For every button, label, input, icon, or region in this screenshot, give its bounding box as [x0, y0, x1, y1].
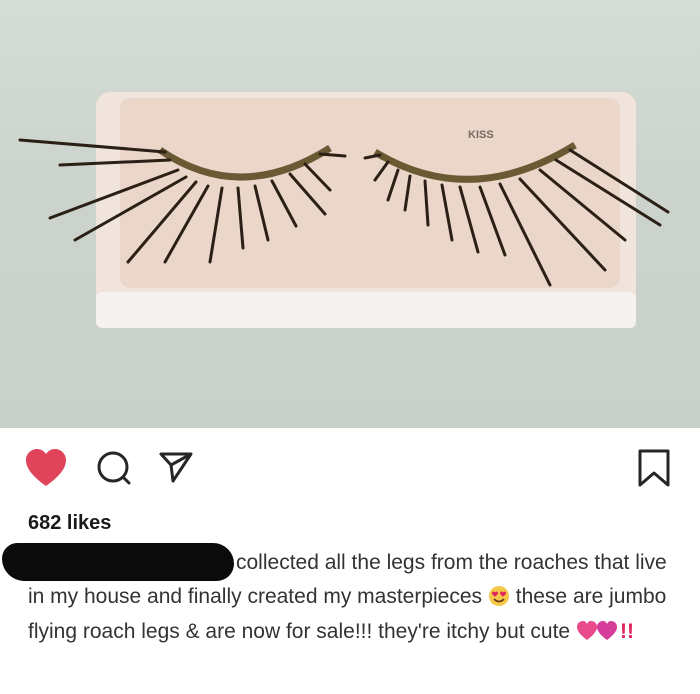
- two-hearts-icon: [576, 620, 620, 651]
- send-icon[interactable]: [158, 450, 194, 489]
- tray-edge: [96, 292, 636, 328]
- bookmark-icon[interactable]: [636, 448, 672, 493]
- redacted-username: [2, 543, 234, 581]
- post-caption: collected all the legs from the roaches …: [2, 543, 688, 651]
- smiling-face-with-heart-eyes-icon: [488, 585, 510, 616]
- instagram-post: KISS 682 likes collected all the legs fr…: [0, 0, 700, 694]
- comment-icon[interactable]: [96, 450, 132, 491]
- post-photo[interactable]: KISS: [0, 0, 700, 428]
- double-exclamation: !!: [619, 620, 634, 643]
- false-eyelashes-photo: KISS: [18, 92, 670, 328]
- action-bar: [0, 440, 700, 500]
- likes-count[interactable]: 682 likes: [28, 512, 111, 535]
- heart-icon[interactable]: [24, 448, 68, 493]
- brand-label: KISS: [468, 129, 494, 141]
